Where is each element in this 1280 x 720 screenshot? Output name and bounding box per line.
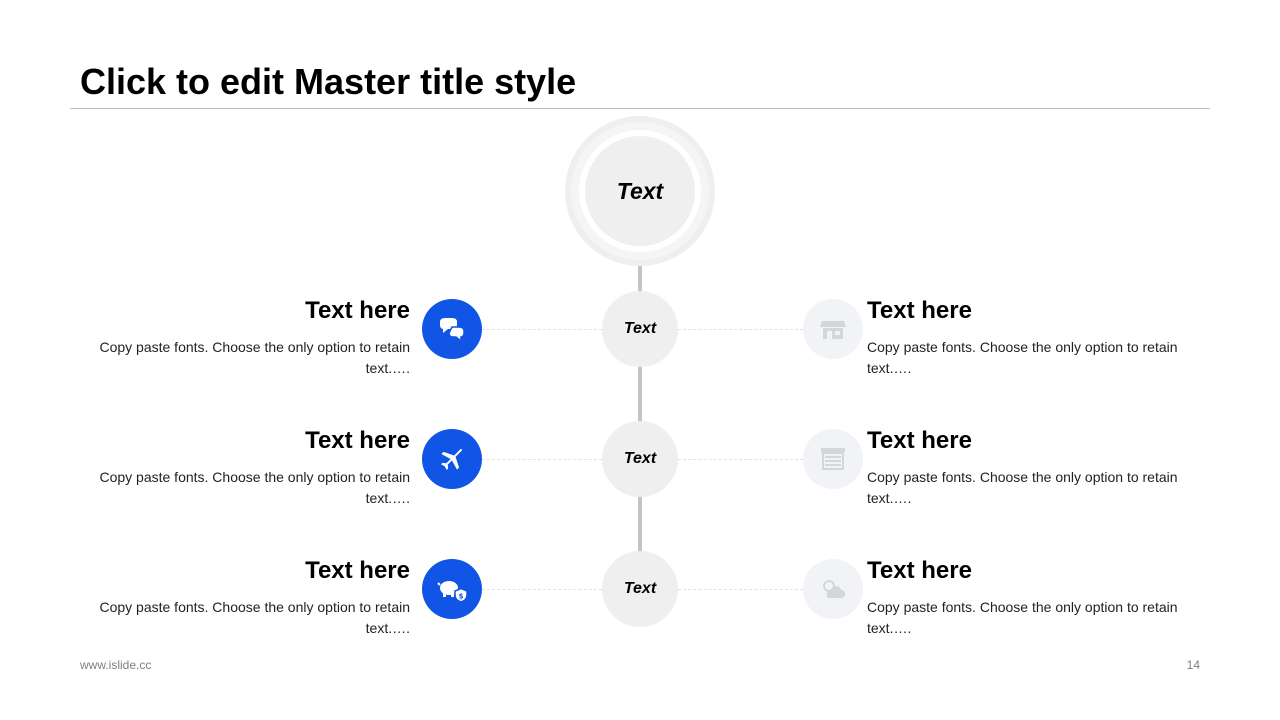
right-item-desc-2[interactable]: Copy paste fonts. Choose the only option… [867,467,1192,509]
connector-left-2 [482,459,602,460]
left-item-desc-1[interactable]: Copy paste fonts. Choose the only option… [85,337,410,379]
slide: Click to edit Master title style Text Te… [0,0,1280,720]
chat-bubbles-icon [422,299,482,359]
center-node[interactable]: Text [585,136,695,246]
airplane-icon [422,429,482,489]
shutter-door-icon [803,429,863,489]
slide-title[interactable]: Click to edit Master title style [80,60,576,104]
timeline-node-1[interactable]: Text [602,291,678,367]
right-item-title-1[interactable]: Text here [867,297,972,325]
connector-right-3 [678,589,803,590]
connector-left-3 [482,589,602,590]
title-divider [70,108,1210,109]
piggy-bank-icon: $ [422,559,482,619]
connector-right-2 [678,459,803,460]
left-item-desc-2[interactable]: Copy paste fonts. Choose the only option… [85,467,410,509]
right-item-desc-1[interactable]: Copy paste fonts. Choose the only option… [867,337,1192,379]
page-number: 14 [1186,658,1200,672]
svg-text:$: $ [459,593,464,601]
connector-left-1 [482,329,602,330]
timeline-node-3[interactable]: Text [602,551,678,627]
left-item-title-3[interactable]: Text here [85,557,410,585]
left-item-title-2[interactable]: Text here [85,427,410,455]
cloud-icon [803,559,863,619]
storefront-icon [803,299,863,359]
left-item-desc-3[interactable]: Copy paste fonts. Choose the only option… [85,597,410,639]
right-item-title-3[interactable]: Text here [867,557,972,585]
footer-url: www.islide.cc [80,658,152,672]
right-item-desc-3[interactable]: Copy paste fonts. Choose the only option… [867,597,1192,639]
connector-right-1 [678,329,803,330]
timeline-node-2[interactable]: Text [602,421,678,497]
left-item-title-1[interactable]: Text here [85,297,410,325]
right-item-title-2[interactable]: Text here [867,427,972,455]
